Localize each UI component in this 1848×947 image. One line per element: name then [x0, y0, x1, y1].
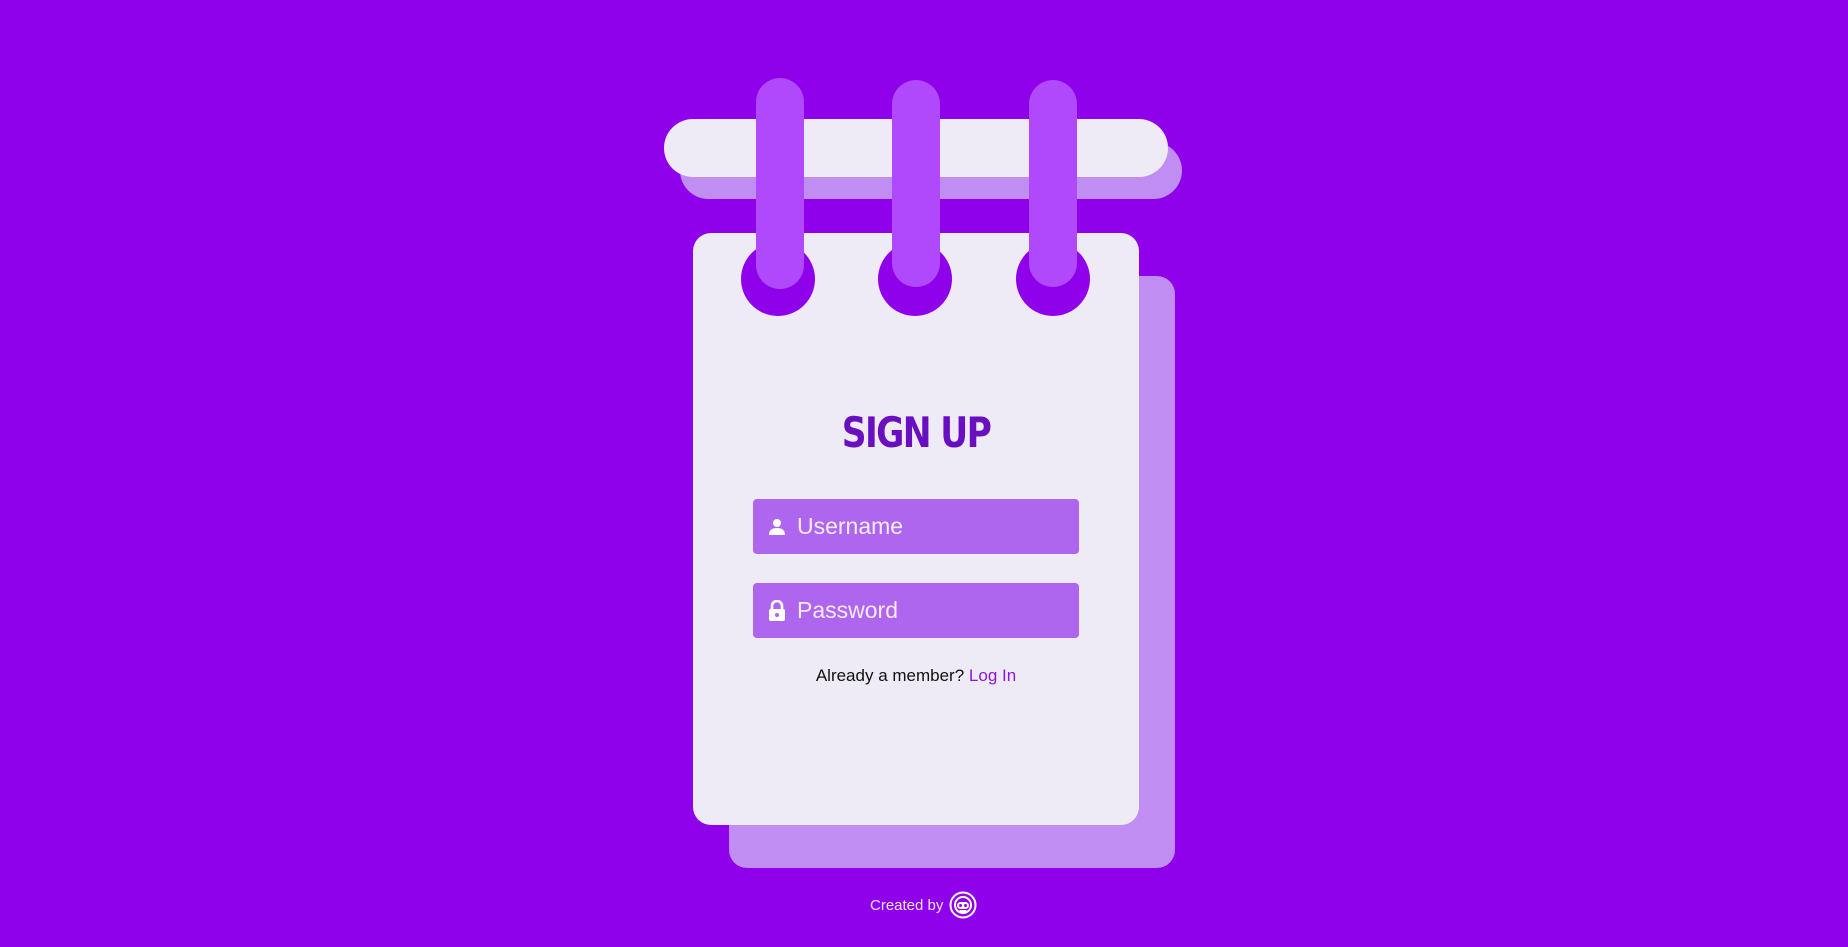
binding-ring: [892, 80, 940, 287]
login-prompt: Already a member? Log In: [693, 666, 1139, 686]
login-link[interactable]: Log In: [969, 666, 1016, 685]
credit-text: Created by: [870, 896, 944, 914]
binding-ring: [756, 78, 804, 289]
page-title: SIGN UP: [841, 408, 992, 457]
creator-credit: Created by: [870, 890, 977, 920]
notepad-scene: SIGN UP Already a member? Log In Created…: [0, 0, 1848, 947]
creator-logo-icon[interactable]: [949, 891, 977, 919]
lock-icon: [767, 599, 787, 622]
password-input[interactable]: [797, 597, 1067, 624]
username-input[interactable]: [797, 513, 1067, 540]
username-field[interactable]: [753, 499, 1079, 554]
user-icon: [767, 516, 787, 538]
password-field[interactable]: [753, 583, 1079, 638]
member-prompt-text: Already a member?: [815, 666, 965, 685]
binding-ring: [1029, 80, 1077, 287]
